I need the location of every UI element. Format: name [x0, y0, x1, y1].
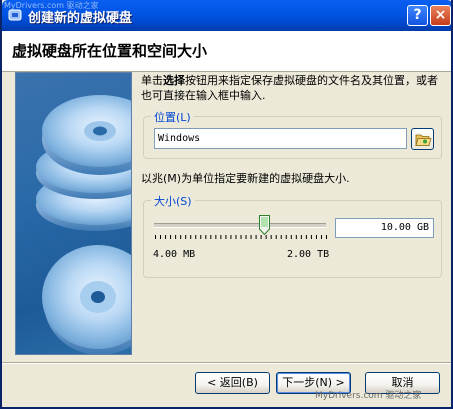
slider-ticks	[155, 235, 327, 239]
size-description: 以兆(M)为单位指定要新建的虚拟硬盘大小.	[141, 172, 350, 185]
watermark-bottom: MyDrivers.com 驱动之家	[315, 391, 422, 401]
size-group: 大小(S) 10.00 GB 4.00 MB 2.00 TB	[143, 193, 442, 278]
location-input[interactable]: Windows	[154, 128, 407, 149]
disks-illustration	[36, 95, 131, 354]
window-title: 创建新的虚拟硬盘	[28, 11, 133, 26]
instruction-bold: 选择	[163, 74, 185, 87]
size-slider-track[interactable]	[154, 223, 326, 228]
instruction-text: 单击选择按钮用来指定保存虚拟硬盘的文件名及其位置，或者也可直接在输入框中输入.	[141, 73, 441, 103]
size-slider-thumb[interactable]	[258, 215, 270, 235]
wizard-side-image	[15, 72, 132, 355]
size-input[interactable]: 10.00 GB	[335, 218, 434, 238]
instruction-suffix: 按钮用来指定保存虚拟硬盘的文件名及其位置，或者也可直接在输入框中输入.	[141, 74, 438, 102]
instruction-prefix: 单击	[141, 74, 163, 87]
back-button[interactable]: < 返回(B)	[195, 372, 270, 394]
location-legend: 位置(L)	[151, 109, 194, 125]
button-separator	[2, 362, 451, 364]
create-virtual-disk-dialog: MyDrivers.com 驱动之家 创建新的虚拟硬盘 ? × 虚拟硬盘所在位置…	[0, 0, 453, 409]
title-bar: MyDrivers.com 驱动之家 创建新的虚拟硬盘 ? ×	[2, 0, 451, 31]
size-legend: 大小(S)	[151, 193, 195, 209]
page-title: 虚拟硬盘所在位置和空间大小	[12, 42, 208, 60]
virtualbox-app-icon	[8, 9, 22, 21]
folder-icon	[415, 134, 432, 146]
min-size-label: 4.00 MB	[153, 249, 196, 260]
help-button[interactable]: ?	[407, 5, 428, 26]
location-group: 位置(L) Windows	[143, 109, 442, 159]
max-size-label: 2.00 TB	[287, 249, 330, 260]
wizard-header: 虚拟硬盘所在位置和空间大小	[2, 31, 451, 72]
select-file-button[interactable]	[411, 128, 434, 150]
close-button[interactable]: ×	[430, 5, 451, 26]
